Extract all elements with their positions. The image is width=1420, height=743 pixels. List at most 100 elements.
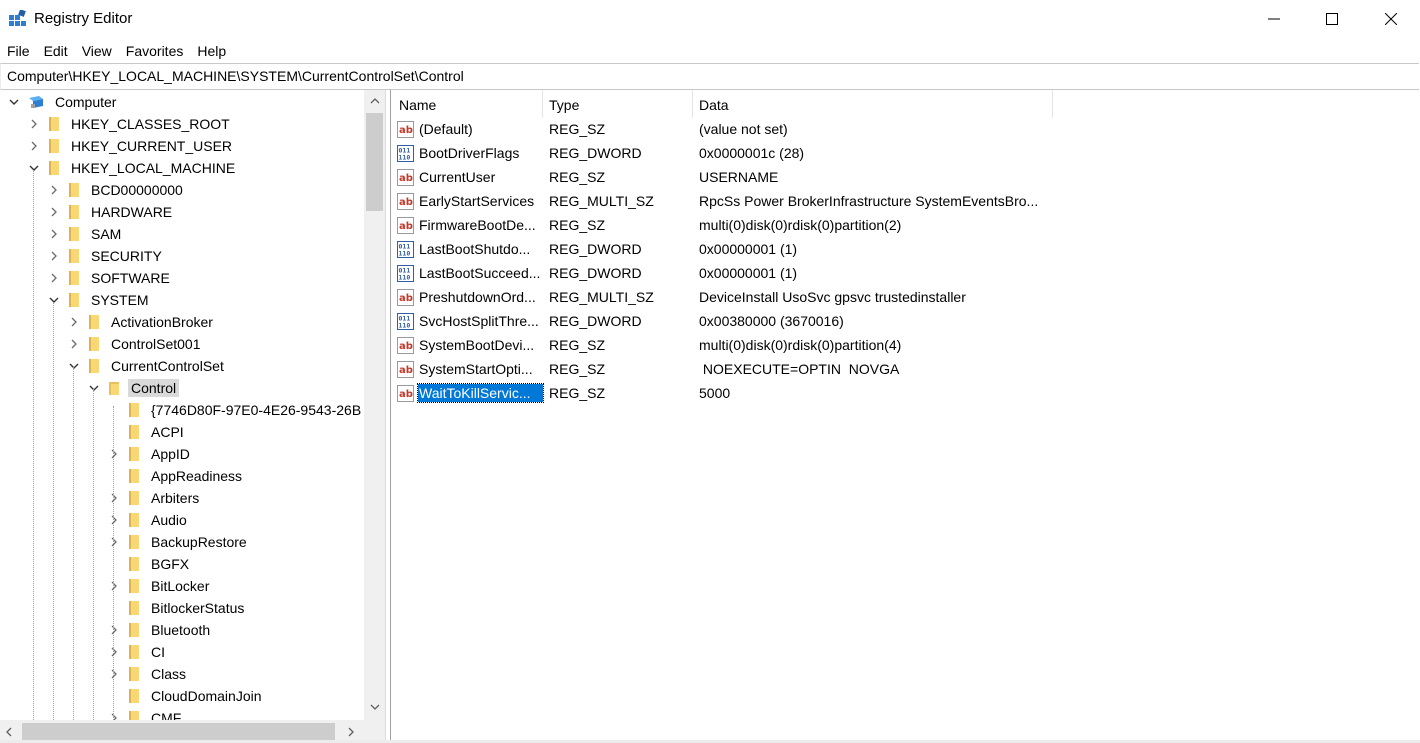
chevron-right-icon[interactable] [108,448,120,460]
column-header-data[interactable]: Data [699,94,729,116]
maximize-button[interactable] [1303,0,1361,38]
chevron-down-icon[interactable] [48,294,60,306]
chevron-down-icon[interactable] [8,96,20,108]
tree-node[interactable]: ActivationBroker [68,311,216,333]
tree-node-label[interactable]: CurrentControlSet [108,357,227,375]
tree-node[interactable]: HKEY_LOCAL_MACHINE [28,157,238,179]
address-path[interactable]: Computer\HKEY_LOCAL_MACHINE\SYSTEM\Curre… [7,68,464,84]
tree-node-label[interactable]: ActivationBroker [108,313,216,331]
value-row[interactable]: 011 110 SvcHostSplitThre... REG_DWORD 0x0038… [391,309,1420,333]
tree-node-label[interactable]: Class [148,665,189,683]
menu-edit[interactable]: Edit [37,39,75,63]
tree-node-label[interactable]: {7746D80F-97E0-4E26-9543-26B [148,401,364,419]
tree-node-label[interactable]: HKEY_CLASSES_ROOT [68,115,233,133]
tree-node[interactable]: AppReadiness [108,465,245,487]
chevron-right-icon[interactable] [108,668,120,680]
tree-node-label[interactable]: SYSTEM [88,291,152,309]
tree-node[interactable]: BackupRestore [108,531,250,553]
tree-node[interactable]: SAM [48,223,124,245]
tree-node-label[interactable]: Control [128,379,180,397]
value-row[interactable]: 011 110 LastBootShutdo... REG_DWORD 0x000000… [391,237,1420,261]
chevron-right-icon[interactable] [28,118,40,130]
tree-node[interactable]: Class [108,663,189,685]
tree-node[interactable]: Arbiters [108,487,202,509]
scroll-right-arrow[interactable] [347,726,355,737]
tree-node[interactable]: HKEY_CLASSES_ROOT [28,113,233,135]
column-divider[interactable] [542,90,543,118]
chevron-right-icon[interactable] [48,206,60,218]
chevron-down-icon[interactable] [88,382,100,394]
tree-node[interactable]: BGFX [108,553,192,575]
values-list-pane[interactable]: Name Type Data ab (Default) REG_SZ (value n… [391,90,1420,740]
tree-node-label[interactable]: BitlockerStatus [148,599,247,617]
tree-node[interactable]: Audio [108,509,190,531]
value-row[interactable]: ab (Default) REG_SZ (value not set) [391,117,1420,141]
chevron-right-icon[interactable] [48,228,60,240]
tree-node[interactable]: {7746D80F-97E0-4E26-9543-26B [108,399,364,421]
scroll-left-arrow[interactable] [5,726,13,737]
chevron-right-icon[interactable] [108,514,120,526]
tree-node[interactable]: SYSTEM [48,289,152,311]
chevron-right-icon[interactable] [28,140,40,152]
tree-node[interactable]: SECURITY [48,245,165,267]
tree-node-label[interactable]: BGFX [148,555,192,573]
value-row[interactable]: ab EarlyStartServices REG_MULTI_SZ RpcSs Po… [391,189,1420,213]
tree-node-label[interactable]: SECURITY [88,247,165,265]
chevron-right-icon[interactable] [48,250,60,262]
close-button[interactable] [1362,0,1420,38]
column-header-type[interactable]: Type [549,94,579,116]
chevron-right-icon[interactable] [68,338,80,350]
chevron-right-icon[interactable] [108,492,120,504]
tree-node[interactable]: SOFTWARE [48,267,173,289]
minimize-button[interactable] [1245,0,1303,38]
chevron-right-icon[interactable] [108,580,120,592]
column-divider[interactable] [1052,90,1053,118]
tree-node[interactable]: CurrentControlSet [68,355,227,377]
tree-node[interactable]: CloudDomainJoin [108,685,265,707]
tree-node-label[interactable]: BitLocker [148,577,212,595]
tree-node[interactable]: Computer [8,91,119,113]
tree-node-label[interactable]: Bluetooth [148,621,213,639]
tree-node-label[interactable]: BackupRestore [148,533,250,551]
tree-node[interactable]: CI [108,641,168,663]
menu-help[interactable]: Help [190,39,233,63]
tree-node-label[interactable]: Computer [52,93,119,111]
chevron-right-icon[interactable] [108,646,120,658]
tree-horizontal-scroll-thumb[interactable] [22,723,335,740]
tree-node-label[interactable]: AppReadiness [148,467,245,485]
tree-node[interactable]: ACPI [108,421,187,443]
tree-node-label[interactable]: ControlSet001 [108,335,204,353]
chevron-right-icon[interactable] [48,184,60,196]
value-row[interactable]: ab SystemStartOpti... REG_SZ NOEXECUTE=OPT… [391,357,1420,381]
tree-vertical-scrollbar[interactable] [364,90,385,720]
tree-node[interactable]: BitlockerStatus [108,597,247,619]
tree-node[interactable]: AppID [108,443,193,465]
column-header-name[interactable]: Name [399,94,436,116]
tree-node-label[interactable]: CloudDomainJoin [148,687,265,705]
value-row[interactable]: 011 110 LastBootSucceed... REG_DWORD 0x00000… [391,261,1420,285]
value-row[interactable]: ab SystemBootDevi... REG_SZ multi(0)disk(0)… [391,333,1420,357]
tree-node-label[interactable]: HKEY_CURRENT_USER [68,137,235,155]
tree-node[interactable]: HARDWARE [48,201,175,223]
tree-node-label[interactable]: SOFTWARE [88,269,173,287]
tree-node-label[interactable]: AppID [148,445,193,463]
chevron-right-icon[interactable] [68,316,80,328]
tree-node[interactable]: BCD00000000 [48,179,186,201]
tree-node[interactable]: Control [88,377,180,399]
tree-node-label[interactable]: SAM [88,225,124,243]
scroll-down-arrow[interactable] [368,702,381,712]
menu-favorites[interactable]: Favorites [119,39,191,63]
address-bar[interactable]: Computer\HKEY_LOCAL_MACHINE\SYSTEM\Curre… [0,63,1419,90]
chevron-down-icon[interactable] [68,360,80,372]
key-tree-pane[interactable]: Computer HKEY_CLASSES_ROOT HKEY_CURRENT_US… [0,90,385,743]
tree-node[interactable]: ControlSet001 [68,333,204,355]
chevron-right-icon[interactable] [108,536,120,548]
tree-node-label[interactable]: Audio [148,511,190,529]
tree-vertical-scroll-thumb[interactable] [366,113,383,211]
chevron-right-icon[interactable] [48,272,60,284]
tree-node[interactable]: Bluetooth [108,619,213,641]
tree-node-label[interactable]: Arbiters [148,489,202,507]
menu-file[interactable]: File [0,39,37,63]
tree-node-label[interactable]: ACPI [148,423,187,441]
value-row[interactable]: ab WaitToKillServic... REG_SZ 5000 [391,381,1420,405]
